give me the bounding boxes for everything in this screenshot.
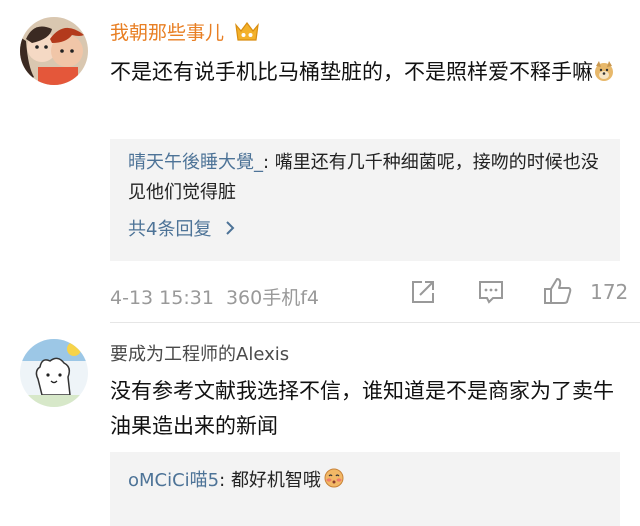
reply-author[interactable]: oMCiCi喵5 — [128, 470, 219, 491]
more-replies-label[interactable]: 共4条回复 — [128, 219, 211, 240]
reply-separator: : — [219, 470, 231, 491]
like-count: 172 — [590, 280, 629, 304]
reply-separator: : — [263, 152, 275, 173]
avatar[interactable] — [20, 339, 88, 407]
source: 360手机f4 — [225, 287, 320, 309]
comment-username[interactable]: 要成为工程师的Alexis — [110, 343, 289, 367]
comment-icon — [479, 281, 503, 304]
timestamp: 4-13 15:31 — [110, 287, 214, 309]
avatar-image — [20, 17, 88, 85]
reply-text: 晴天午後睡大覺_: 嘴里还有几千种细菌呢，接吻的时候也没见他们觉得脏 — [128, 148, 608, 208]
comment-text-content: 没有参考文献我选择不信，谁知道是不是商家为了卖牛油果造出来的新闻 — [110, 379, 614, 438]
reply-text: oMCiCi喵5: 都好机智哦 — [128, 466, 608, 496]
comment-username[interactable]: 我朝那些事儿 — [110, 20, 260, 45]
doge-emoji — [595, 61, 613, 81]
shy-emoji — [324, 468, 344, 488]
thumbs-up-icon — [544, 278, 572, 304]
reply-box[interactable]: oMCiCi喵5: 都好机智哦 — [110, 452, 620, 526]
comment-text: 没有参考文献我选择不信，谁知道是不是商家为了卖牛油果造出来的新闻 — [110, 374, 630, 444]
reply-content: 都好机智哦 — [230, 470, 321, 491]
comment-button[interactable] — [478, 280, 504, 308]
more-replies-link[interactable]: 共4条回复 — [128, 217, 237, 243]
share-icon — [412, 281, 434, 303]
comment-divider — [110, 322, 640, 323]
share-button[interactable] — [410, 279, 436, 309]
avatar[interactable] — [20, 17, 88, 85]
comment-text-content: 不是还有说手机比马桶垫脏的，不是照样爱不释手嘛 — [110, 60, 593, 84]
avatar-image — [20, 339, 88, 407]
chevron-right-icon — [226, 221, 235, 235]
crown-icon — [235, 22, 259, 41]
username-text[interactable]: 要成为工程师的Alexis — [110, 344, 289, 365]
reply-box[interactable]: 晴天午後睡大覺_: 嘴里还有几千种细菌呢，接吻的时候也没见他们觉得脏 共4条回复 — [110, 139, 620, 261]
like-button[interactable]: 172 — [543, 277, 628, 305]
comment-meta: 4-13 15:31 360手机f4 — [110, 283, 319, 310]
username-text[interactable]: 我朝那些事儿 — [110, 22, 224, 44]
reply-author[interactable]: 晴天午後睡大覺_ — [128, 152, 263, 173]
comment-text: 不是还有说手机比马桶垫脏的，不是照样爱不释手嘛 — [110, 55, 630, 90]
